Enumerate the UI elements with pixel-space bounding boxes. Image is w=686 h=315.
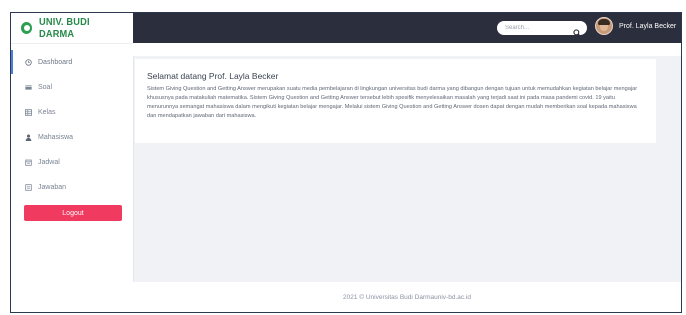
- sidebar-item-label: Dashboard: [38, 58, 73, 66]
- footer: 2021 © Universitas Budi Darmauniv-bd.ac.…: [133, 282, 681, 312]
- welcome-text: Sistem Giving Question and Getting Answe…: [147, 86, 638, 119]
- sidebar-item-label: Kelas: [38, 108, 56, 116]
- avatar: [595, 17, 613, 35]
- clock-icon: [25, 58, 32, 66]
- calendar-icon: [25, 159, 32, 166]
- sidebar-item-label: Jawaban: [38, 183, 67, 191]
- table-icon: [25, 108, 32, 116]
- app-window: UNIV. BUDI DARMA Dashboard Soal Kelas Ma…: [10, 12, 682, 313]
- search-input[interactable]: [505, 25, 575, 31]
- top-navbar: Prof. Layla Becker: [133, 13, 681, 43]
- sidebar: UNIV. BUDI DARMA Dashboard Soal Kelas Ma…: [11, 13, 134, 312]
- sidebar-item-soal[interactable]: Soal: [11, 75, 133, 99]
- sidebar-item-label: Jadwal: [38, 158, 60, 166]
- sidebar-item-dashboard[interactable]: Dashboard: [11, 50, 133, 74]
- sub-header-bar: [133, 43, 681, 56]
- logout-button[interactable]: Logout: [24, 205, 122, 221]
- search-icon[interactable]: [573, 24, 581, 37]
- footer-text: 2021 © Universitas Budi Darmauniv-bd.ac.…: [343, 293, 471, 301]
- sidebar-item-jawaban[interactable]: Jawaban: [11, 175, 133, 199]
- user-name: Prof. Layla Becker: [619, 22, 677, 30]
- card-icon: [25, 84, 32, 91]
- sidebar-item-kelas[interactable]: Kelas: [11, 100, 133, 124]
- university-logo-icon: [21, 22, 33, 34]
- brand[interactable]: UNIV. BUDI DARMA: [11, 13, 133, 44]
- welcome-card: Selamat datang Prof. Layla Becker Sistem…: [135, 59, 656, 143]
- user-menu[interactable]: Prof. Layla Becker: [595, 17, 676, 35]
- sidebar-item-mahasiswa[interactable]: Mahasiswa: [11, 125, 133, 149]
- search-box: [497, 21, 587, 37]
- document-icon: [25, 183, 32, 191]
- sidebar-item-label: Soal: [38, 83, 53, 91]
- user-icon: [25, 134, 32, 141]
- sidebar-item-label: Mahasiswa: [38, 133, 74, 141]
- sidebar-item-jadwal[interactable]: Jadwal: [11, 150, 133, 174]
- brand-name: UNIV. BUDI DARMA: [39, 16, 90, 40]
- welcome-title: Selamat datang Prof. Layla Becker: [147, 71, 279, 81]
- sidebar-nav: Dashboard Soal Kelas Mahasiswa Jadwal Ja…: [11, 44, 133, 199]
